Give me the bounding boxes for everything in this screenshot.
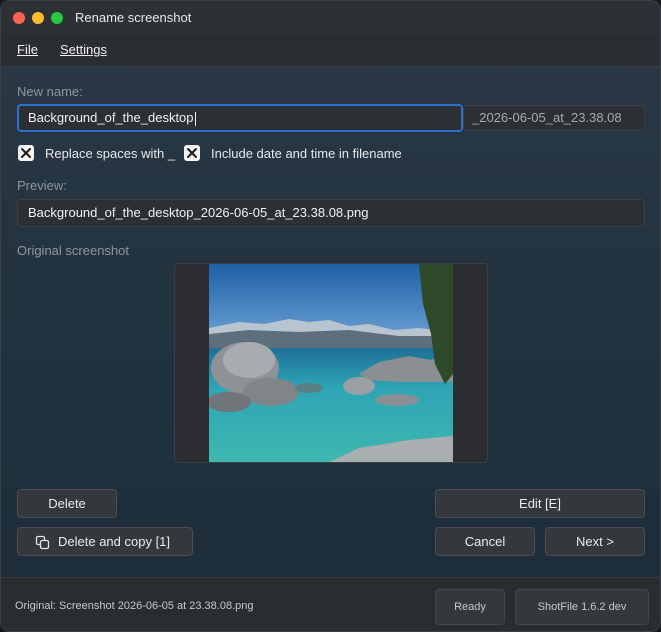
status-ready-text: Ready — [454, 601, 486, 613]
preview-value: Background_of_the_desktop_2026-06-05_at_… — [28, 205, 369, 220]
preview-label: Preview: — [17, 178, 67, 193]
replace-spaces-label: Replace spaces with _ — [45, 146, 176, 161]
menu-file-label: File — [17, 42, 38, 57]
rename-window: Rename screenshot File Settings New name… — [0, 0, 661, 632]
screenshot-thumbnail — [209, 264, 453, 462]
window-title: Rename screenshot — [75, 10, 192, 25]
date-suffix-text: _2026-06-05_at_23.38.08 — [472, 110, 622, 125]
new-name-label: New name: — [17, 84, 83, 99]
delete-and-copy-button[interactable]: Delete and copy [1] — [17, 527, 193, 556]
title-bar: Rename screenshot — [1, 1, 660, 34]
text-caret — [194, 111, 196, 126]
next-button[interactable]: Next > — [545, 527, 645, 556]
cancel-button[interactable]: Cancel — [435, 527, 535, 556]
delete-button[interactable]: Delete — [17, 489, 117, 518]
menu-settings-label: Settings — [60, 42, 107, 57]
new-name-value: Background_of_the_desktop — [28, 110, 194, 125]
delete-button-label: Delete — [48, 496, 86, 511]
maximize-window-button[interactable] — [51, 12, 63, 24]
cancel-button-label: Cancel — [464, 534, 506, 549]
status-ready-badge: Ready — [435, 589, 505, 625]
edit-button[interactable]: Edit [E] — [435, 489, 645, 518]
close-window-button[interactable] — [13, 12, 25, 24]
screenshot-preview — [174, 263, 488, 463]
original-filename-text: Original: Screenshot 2026-06-05 at 23.38… — [15, 600, 254, 612]
copy-icon — [35, 535, 50, 550]
menu-settings[interactable]: Settings — [60, 42, 107, 57]
include-date-checkbox[interactable] — [184, 145, 200, 161]
version-text: ShotFile 1.6.2 dev — [537, 601, 627, 613]
preview-field: Background_of_the_desktop_2026-06-05_at_… — [17, 199, 645, 227]
status-bar: Original: Screenshot 2026-06-05 at 23.38… — [1, 577, 660, 631]
version-badge: ShotFile 1.6.2 dev — [515, 589, 649, 625]
original-screenshot-label: Original screenshot — [17, 243, 129, 258]
new-name-input[interactable]: Background_of_the_desktop — [17, 104, 463, 132]
include-date-label: Include date and time in filename — [211, 146, 402, 161]
edit-button-label: Edit [E] — [519, 496, 561, 511]
lake-landscape-image — [209, 264, 453, 462]
menu-file[interactable]: File — [17, 42, 38, 57]
menu-bar: File Settings — [1, 34, 660, 67]
minimize-window-button[interactable] — [32, 12, 44, 24]
check-x-icon — [21, 148, 31, 158]
delete-and-copy-label: Delete and copy [1] — [58, 534, 171, 549]
replace-spaces-checkbox[interactable] — [18, 145, 34, 161]
check-x-icon — [187, 148, 197, 158]
next-button-label: Next > — [576, 534, 614, 549]
date-suffix-field: _2026-06-05_at_23.38.08 — [463, 105, 645, 131]
